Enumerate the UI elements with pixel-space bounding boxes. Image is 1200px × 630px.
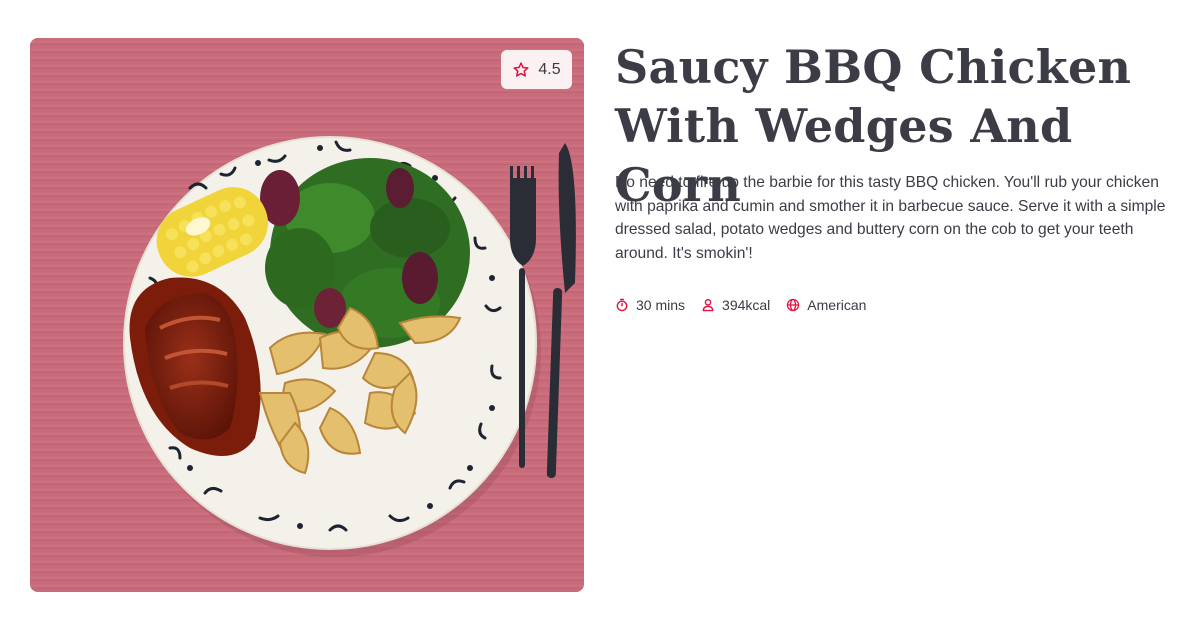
meta-calories: 394kcal [701,297,770,313]
meta-time: 30 mins [615,297,685,313]
recipe-hero-image [30,38,584,592]
rating-badge: 4.5 [501,50,572,89]
meta-time-label: 30 mins [636,297,686,313]
rating-value: 4.5 [538,60,561,78]
star-icon [512,61,530,79]
recipe-meta: 30 mins 394kcal American [615,297,882,313]
recipe-description: No need to fire up the barbie for this t… [615,174,1166,262]
meta-cuisine-label: American [807,297,867,313]
person-icon [701,298,715,312]
globe-icon [786,298,800,312]
meta-cuisine: American [786,297,866,313]
recipe-photo [30,38,584,592]
timer-icon [615,298,629,312]
meta-calories-label: 394kcal [722,297,771,313]
